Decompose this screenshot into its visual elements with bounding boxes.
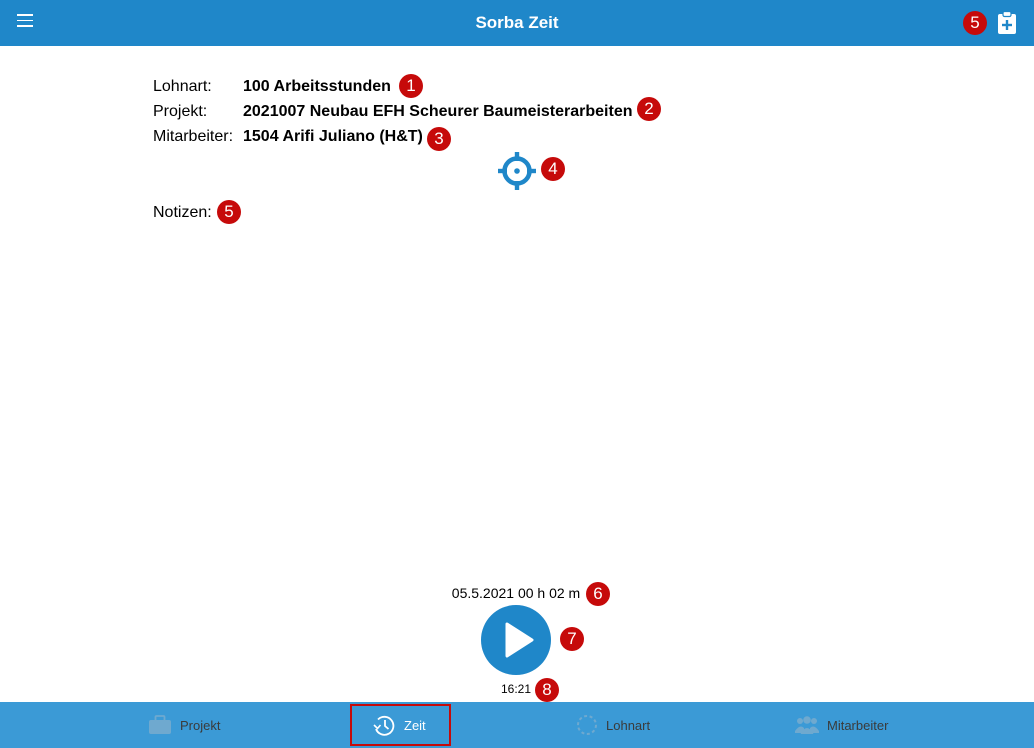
top-bar: Sorba Zeit 5 xyxy=(0,0,1034,46)
bottom-tab-bar: Projekt Zeit Lohnart Mitarbeiter xyxy=(0,702,1034,748)
location-crosshair-icon[interactable] xyxy=(498,152,536,190)
mitarbeiter-label: Mitarbeiter: xyxy=(153,128,234,145)
tab-mitarbeiter[interactable]: Mitarbeiter xyxy=(795,702,888,748)
annotation-marker: 3 xyxy=(427,127,451,151)
users-icon xyxy=(795,716,819,734)
annotation-marker: 4 xyxy=(541,157,565,181)
tab-label: Mitarbeiter xyxy=(827,717,889,733)
projekt-label: Projekt: xyxy=(153,103,208,120)
play-button[interactable] xyxy=(481,605,551,675)
dashed-circle-icon xyxy=(577,715,597,735)
play-icon xyxy=(505,622,534,658)
projekt-value[interactable]: 2021007 Neubau EFH Scheurer Baumeisterar… xyxy=(243,103,633,121)
app-title: Sorba Zeit xyxy=(475,13,559,32)
lohnart-value[interactable]: 100 Arbeitsstunden xyxy=(243,78,391,96)
annotation-marker: 7 xyxy=(560,627,584,651)
lohnart-label: Lohnart: xyxy=(153,78,212,95)
annotation-marker: 2 xyxy=(637,97,661,121)
annotation-marker: 6 xyxy=(586,582,610,606)
tab-projekt[interactable]: Projekt xyxy=(148,702,220,748)
mitarbeiter-value[interactable]: 1504 Arifi Juliano (H&T) xyxy=(243,128,423,146)
annotation-marker: 5 xyxy=(963,11,987,35)
notizen-label[interactable]: Notizen: xyxy=(153,204,212,222)
add-clipboard-icon[interactable] xyxy=(997,11,1017,35)
current-time: 16:21 xyxy=(500,682,532,696)
tab-label: Projekt xyxy=(180,717,221,733)
tab-lohnart[interactable]: Lohnart xyxy=(576,702,650,748)
annotation-marker: 8 xyxy=(535,678,559,702)
selected-tab-highlight xyxy=(350,704,451,746)
annotation-marker: 5 xyxy=(217,200,241,224)
tab-label: Lohnart xyxy=(606,717,651,733)
annotation-marker: 1 xyxy=(399,74,423,98)
duration-text: 05.5.2021 00 h 02 m xyxy=(451,585,581,601)
briefcase-icon xyxy=(149,715,171,734)
